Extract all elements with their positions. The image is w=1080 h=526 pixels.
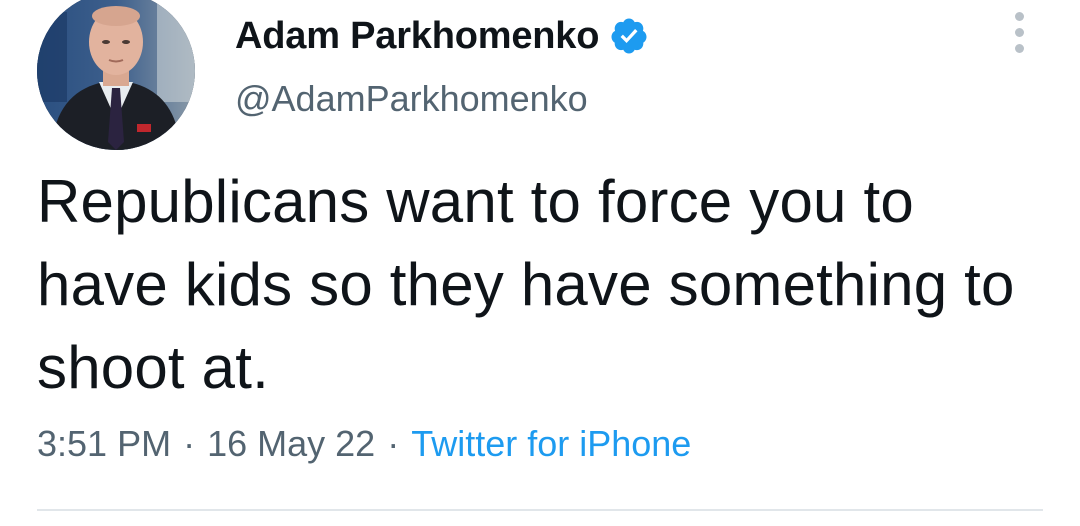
tweet-source-link[interactable]: Twitter for iPhone: [411, 423, 691, 464]
meta-separator: ·: [183, 423, 196, 464]
author-name-row[interactable]: Adam Parkhomenko: [235, 12, 649, 60]
more-options-button[interactable]: [1004, 10, 1036, 56]
tweet: Adam Parkhomenko @AdamParkhomenko Republ…: [0, 0, 1080, 526]
more-options-icon-dot: [1015, 44, 1024, 53]
more-options-icon: [1015, 12, 1024, 21]
avatar[interactable]: [37, 0, 195, 150]
verified-badge-icon: [611, 18, 647, 54]
tweet-text: Republicans want to force you to have ki…: [37, 168, 1015, 401]
divider: [37, 509, 1043, 511]
display-name: Adam Parkhomenko: [235, 14, 600, 57]
tweet-metadata: 3:51 PM · 16 May 22 · Twitter for iPhone: [37, 423, 691, 465]
more-options-icon-dot: [1015, 28, 1024, 37]
profile-photo-icon: [37, 0, 195, 150]
author-handle[interactable]: @AdamParkhomenko: [235, 78, 588, 120]
tweet-time[interactable]: 3:51 PM: [37, 423, 171, 464]
meta-separator: ·: [387, 423, 400, 464]
tweet-date[interactable]: 16 May 22: [207, 423, 375, 464]
